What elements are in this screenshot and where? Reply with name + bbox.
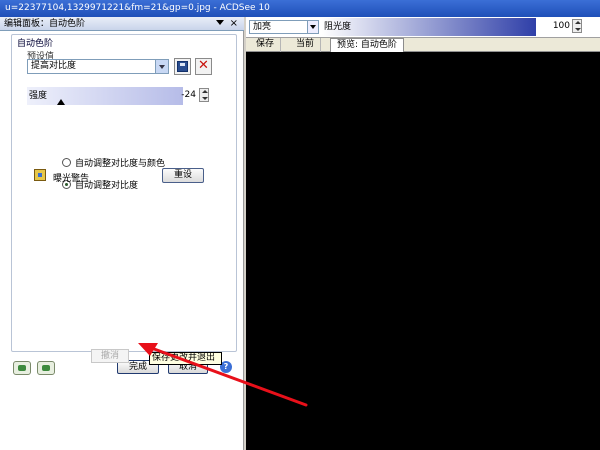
chevron-down-icon[interactable] [307, 21, 318, 33]
tab-saved[interactable]: 保存 [250, 38, 282, 52]
strength-slider[interactable]: 强度 [27, 87, 183, 105]
strength-spinner[interactable] [199, 88, 209, 102]
undo-button: 撤消 [91, 349, 129, 363]
next-icon[interactable] [37, 361, 55, 375]
previous-icon[interactable] [13, 361, 31, 375]
strength-label: 强度 [29, 91, 48, 101]
blend-mode-select[interactable]: 加亮 [249, 20, 319, 34]
view-tabs: 保存 当前 预览: 自动色阶 [246, 38, 600, 52]
auto-levels-title: 自动色阶 [17, 39, 54, 49]
chevron-down-icon[interactable] [155, 60, 168, 73]
reset-button[interactable]: 重设 [162, 168, 204, 183]
slider-thumb-icon[interactable] [57, 99, 66, 105]
preset-value: 提高对比度 [31, 61, 77, 71]
edit-panel-header: 编辑面板：自动色阶 × [0, 17, 244, 31]
blend-mode-value: 加亮 [253, 22, 272, 32]
panel-close-icon[interactable]: × [230, 17, 238, 31]
option-label: 自动调整对比度与颜色 [75, 159, 166, 169]
auto-levels-group: 自动色阶 预设值 提高对比度 ✕ 强度 -24 自动调整对比度与颜色 自动调整对… [11, 34, 237, 352]
opacity-slider[interactable]: 阻光度 [322, 18, 536, 36]
blend-toolbar: 加亮 阻光度 100 [246, 17, 600, 38]
delete-preset-button[interactable]: ✕ [195, 58, 212, 75]
radio-icon[interactable] [62, 158, 71, 167]
window-title: u=2237710​4,1329971221&fm=21&gp=0.jpg - … [0, 0, 600, 17]
delete-icon: ✕ [198, 58, 209, 73]
image-preview[interactable] [246, 52, 600, 450]
preset-select[interactable]: 提高对比度 [27, 59, 169, 74]
opacity-value[interactable]: 100 [542, 21, 570, 33]
edit-panel: 自动色阶 预设值 提高对比度 ✕ 强度 -24 自动调整对比度与颜色 自动调整对… [0, 31, 244, 450]
exposure-warning-label: 曝光警告 [53, 174, 90, 184]
panel-dropdown-icon[interactable] [216, 20, 224, 25]
edit-panel-title: 编辑面板：自动色阶 [4, 19, 86, 29]
option-auto-contrast-color[interactable]: 自动调整对比度与颜色 [62, 156, 165, 169]
tab-current[interactable]: 当前 [290, 38, 322, 52]
exposure-warning-icon[interactable] [34, 169, 46, 181]
opacity-label: 阻光度 [324, 22, 352, 32]
opacity-spinner[interactable] [572, 19, 582, 33]
done-tooltip: 保存更改并退出 [149, 352, 222, 365]
floppy-disk-icon [177, 61, 188, 72]
tab-preview[interactable]: 预览: 自动色阶 [330, 38, 404, 52]
strength-value[interactable]: -24 [172, 90, 196, 100]
save-preset-button[interactable] [174, 58, 191, 75]
